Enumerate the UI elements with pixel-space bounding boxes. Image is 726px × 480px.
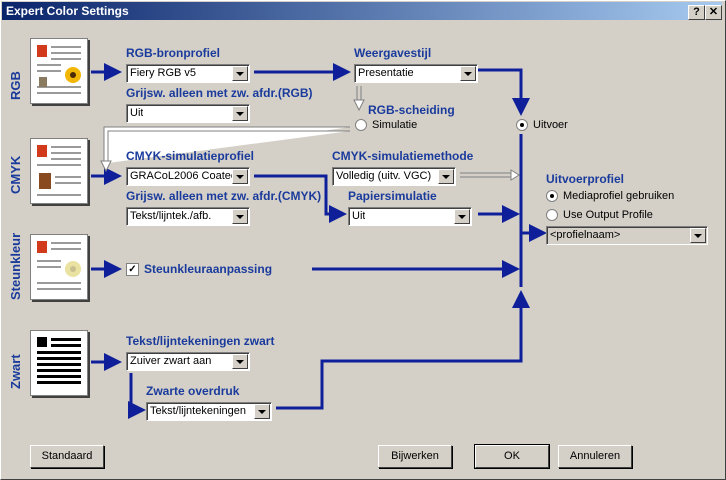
arrow-render-output: [478, 68, 530, 116]
cancel-button[interactable]: Annuleren: [558, 445, 632, 468]
chevron-down-icon: [438, 169, 454, 184]
cmyk-sim-method-label: CMYK-simulatiemethode: [332, 149, 474, 163]
chevron-down-icon: [460, 66, 476, 81]
section-label-spot: Steunkleur: [8, 232, 23, 300]
update-button[interactable]: Bijwerken: [378, 445, 452, 468]
arrow-black-output: [276, 290, 530, 410]
gray-arrowhead-method: [510, 169, 520, 181]
gray-arrowhead-sep: [353, 99, 365, 112]
rgb-gray-dropdown[interactable]: Uit: [126, 104, 250, 123]
gray-arrow-method-output: [460, 172, 512, 178]
profile-name-value: <profielnaam>: [550, 229, 621, 241]
cmyk-gray-dropdown[interactable]: Tekst/lijntek./afb.: [126, 207, 250, 226]
simulation-radio[interactable]: [355, 119, 367, 131]
simulation-radio-label: Simulatie: [372, 119, 418, 131]
cmyk-gray-value: Tekst/lijntek./afb.: [130, 210, 212, 222]
cmyk-sim-profile-label: CMYK-simulatieprofiel: [126, 149, 255, 163]
chevron-down-icon: [690, 228, 706, 243]
rendering-style-value: Presentatie: [358, 67, 414, 79]
use-output-profile-radio-label: Use Output Profile: [563, 209, 653, 221]
chevron-down-icon: [232, 106, 248, 121]
spot-color-label: Steunkleuraanpassing: [144, 262, 273, 276]
chevron-down-icon: [232, 66, 248, 81]
rgb-separation-label: RGB-scheiding: [368, 103, 455, 117]
rgb-source-label: RGB-bronprofiel: [126, 46, 220, 60]
profile-name-dropdown[interactable]: <profielnaam>: [546, 226, 708, 245]
use-output-profile-radio[interactable]: [546, 209, 558, 221]
black-document-icon: [30, 330, 88, 396]
rgb-document-icon: [30, 38, 88, 104]
black-overprint-label: Zwarte overdruk: [146, 384, 240, 398]
cmyk-sim-profile-dropdown[interactable]: GRACoL2006 Coatec: [126, 167, 250, 186]
section-label-cmyk: CMYK: [8, 155, 23, 194]
cmyk-sim-method-value: Volledig (uitv. VGC): [336, 170, 432, 182]
output-profile-label: Uitvoerprofiel: [546, 172, 625, 186]
spot-color-checkbox[interactable]: ✓: [126, 263, 139, 276]
output-radio-label: Uitvoer: [533, 119, 568, 131]
media-profile-radio-label: Mediaprofiel gebruiken: [563, 190, 675, 202]
black-overprint-value: Tekst/lijntekeningen: [150, 405, 247, 417]
section-label-rgb: RGB: [8, 71, 23, 100]
black-text-dropdown[interactable]: Zuiver zwart aan: [126, 352, 250, 371]
rgb-gray-value: Uit: [130, 107, 144, 119]
ok-button[interactable]: OK: [474, 444, 550, 469]
chevron-down-icon: [232, 209, 248, 224]
defaults-button[interactable]: Standaard: [30, 445, 104, 468]
black-text-value: Zuiver zwart aan: [130, 355, 212, 367]
rendering-style-dropdown[interactable]: Presentatie: [354, 64, 478, 83]
gray-arrowhead-cmyk: [100, 160, 112, 173]
paper-simulation-label: Papiersimulatie: [348, 189, 437, 203]
output-radio[interactable]: [516, 119, 528, 131]
rgb-source-value: Fiery RGB v5: [130, 67, 197, 79]
rgb-gray-label: Grijsw. alleen met zw. afdr.(RGB): [126, 86, 313, 100]
section-label-black: Zwart: [8, 354, 23, 389]
cmyk-sim-profile-value: GRACoL2006 Coatec: [130, 170, 234, 182]
arrow-black-overprint: [128, 373, 146, 419]
chevron-down-icon: [254, 404, 270, 419]
cmyk-sim-method-dropdown[interactable]: Volledig (uitv. VGC): [332, 167, 456, 186]
rgb-source-dropdown[interactable]: Fiery RGB v5: [126, 64, 250, 83]
paper-simulation-value: Uit: [352, 210, 366, 222]
paper-simulation-dropdown[interactable]: Uit: [348, 207, 472, 226]
cmyk-document-icon: [30, 138, 88, 204]
chevron-down-icon: [454, 209, 470, 224]
media-profile-radio[interactable]: [546, 190, 558, 202]
chevron-down-icon: [232, 354, 248, 369]
chevron-down-icon: [232, 169, 248, 184]
spot-document-icon: [30, 234, 88, 300]
rendering-style-label: Weergavestijl: [354, 46, 432, 60]
cmyk-gray-label: Grijsw. alleen met zw. afdr.(CMYK): [126, 189, 322, 203]
black-text-label: Tekst/lijntekeningen zwart: [126, 334, 275, 348]
black-overprint-dropdown[interactable]: Tekst/lijntekeningen: [146, 402, 272, 421]
